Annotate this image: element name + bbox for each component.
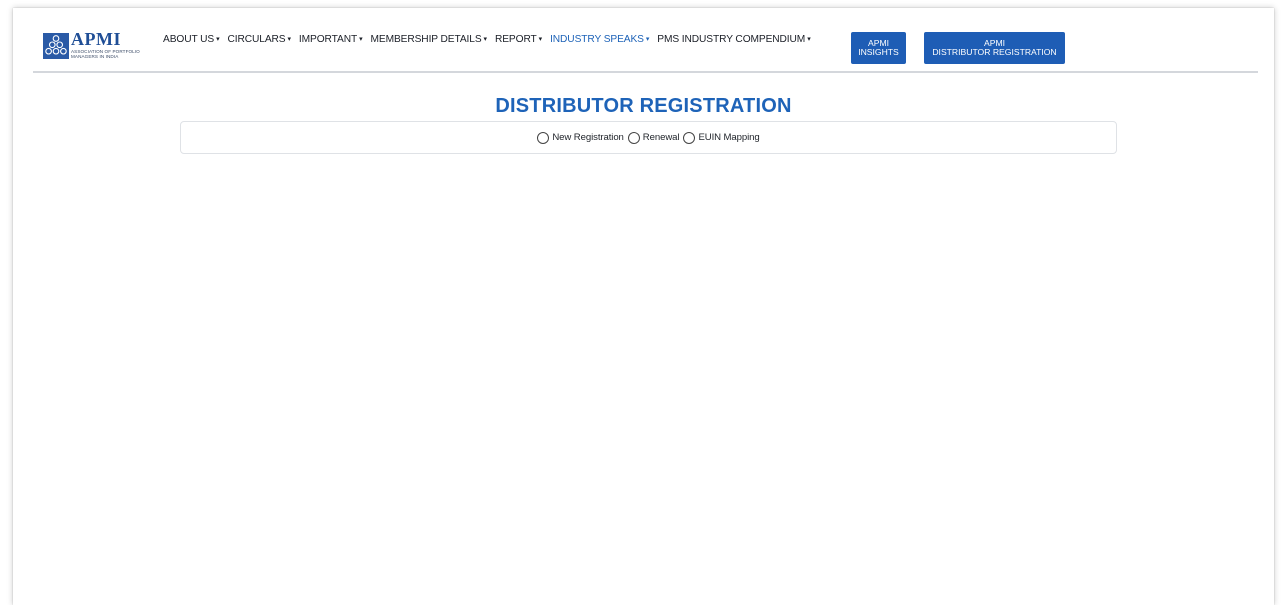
radio-new-registration[interactable]: New Registration — [537, 131, 624, 144]
apmi-logo[interactable]: APMI Association of Portfolio Managers i… — [43, 29, 155, 63]
nav-report[interactable]: REPORT ▾ — [495, 34, 542, 45]
button-label-line2: DISTRIBUTOR REGISTRATION — [932, 47, 1057, 57]
browser-page: APMI Association of Portfolio Managers i… — [13, 8, 1274, 605]
apmi-triangle-logo-icon — [43, 33, 69, 59]
nav-label: MEMBERSHIP DETAILS — [370, 34, 482, 45]
page-title: DISTRIBUTOR REGISTRATION — [495, 95, 792, 117]
logo-subtitle: Association of Portfolio Managers in Ind… — [71, 49, 140, 59]
radio-button-icon[interactable] — [627, 131, 640, 144]
logo-wordmark: APMI — [71, 29, 121, 49]
radio-renewal[interactable]: Renewal — [627, 131, 680, 144]
site-header: APMI Association of Portfolio Managers i… — [33, 8, 1258, 73]
nav-label: INDUSTRY SPEAKS — [550, 34, 644, 45]
caret-down-icon: ▾ — [359, 35, 363, 43]
caret-down-icon: ▾ — [807, 35, 811, 43]
caret-down-icon: ▾ — [538, 35, 543, 43]
nav-label: REPORT — [494, 34, 537, 45]
main-nav: ABOUT US ▾ CIRCULARS ▾ IMPORTANT ▾ MEMBE… — [163, 34, 819, 45]
nav-label: CIRCULARS — [227, 34, 286, 45]
caret-down-icon: ▾ — [483, 35, 488, 43]
nav-pms-industry-compendium[interactable]: PMS INDUSTRY COMPENDIUM ▾ — [657, 34, 810, 45]
registration-type-selector: New Registration Renewal EUIN Mapping — [180, 121, 1117, 154]
radio-label: Renewal — [642, 132, 680, 143]
apmi-insights-button[interactable]: APMI INSIGHTS — [851, 32, 906, 64]
button-label-line2: INSIGHTS — [858, 47, 899, 57]
radio-euin-mapping[interactable]: EUIN Mapping — [683, 131, 760, 144]
caret-down-icon: ▾ — [216, 35, 220, 43]
nav-label: ABOUT US — [163, 34, 215, 45]
nav-label: PMS INDUSTRY COMPENDIUM — [657, 34, 806, 45]
nav-industry-speaks[interactable]: INDUSTRY SPEAKS ▾ — [550, 34, 649, 45]
radio-label: New Registration — [552, 132, 624, 143]
radio-button-icon[interactable] — [683, 131, 696, 144]
nav-label: IMPORTANT — [298, 34, 358, 45]
caret-down-icon: ▾ — [287, 35, 292, 43]
nav-circulars[interactable]: CIRCULARS ▾ — [227, 34, 292, 45]
apmi-distributor-registration-button[interactable]: APMI DISTRIBUTOR REGISTRATION — [924, 32, 1065, 64]
nav-about-us[interactable]: ABOUT US ▾ — [163, 34, 220, 45]
caret-down-icon: ▾ — [645, 35, 650, 43]
radio-button-icon[interactable] — [537, 131, 550, 144]
nav-membership-details[interactable]: MEMBERSHIP DETAILS ▾ — [370, 34, 488, 45]
radio-label: EUIN Mapping — [698, 132, 760, 143]
nav-important[interactable]: IMPORTANT ▾ — [299, 34, 363, 45]
